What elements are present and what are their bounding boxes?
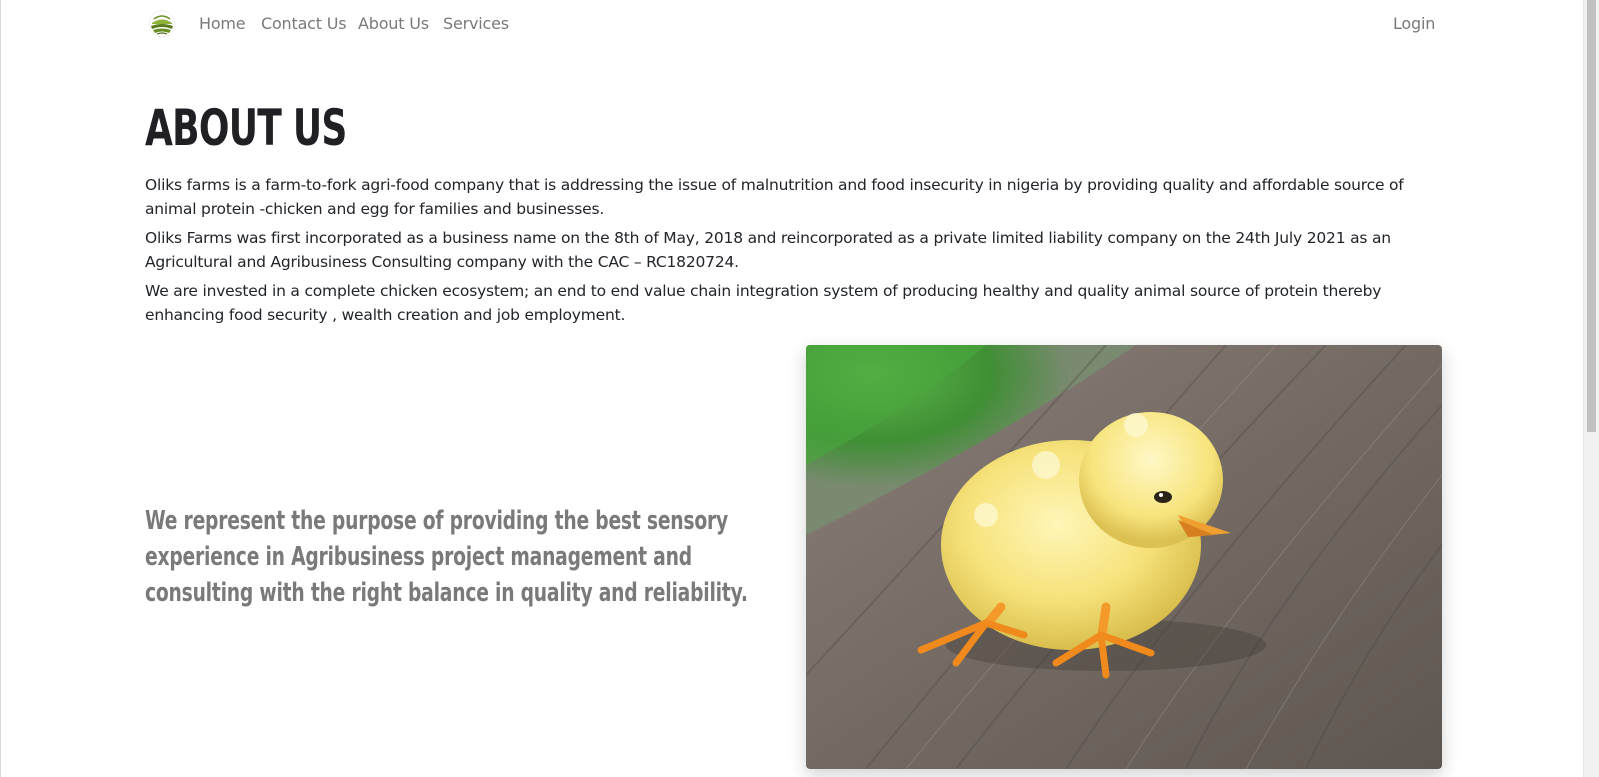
nav-home-link[interactable]: Home: [199, 14, 246, 33]
top-navbar: Home Contact Us About Us Services Login: [0, 0, 1584, 50]
farm-field-logo-icon[interactable]: [148, 10, 176, 38]
about-paragraph-2: Oliks Farms was first incorporated as a …: [145, 229, 1391, 271]
vertical-scrollbar[interactable]: [1583, 0, 1599, 777]
page-border: [0, 0, 1, 777]
nav-about-us-link[interactable]: About Us: [358, 14, 429, 33]
nav-contact-us-link[interactable]: Contact Us: [261, 14, 347, 33]
baby-chick-photo: [806, 345, 1442, 769]
login-link[interactable]: Login: [1393, 14, 1435, 33]
page-title: ABOUT US: [145, 99, 347, 157]
mission-tagline: We represent the purpose of providing th…: [145, 506, 748, 608]
about-paragraph-3: We are invested in a complete chicken ec…: [145, 282, 1382, 324]
scrollbar-thumb[interactable]: [1587, 0, 1596, 432]
about-paragraph-1: Oliks farms is a farm-to-fork agri-food …: [145, 176, 1404, 218]
nav-services-link[interactable]: Services: [443, 14, 509, 33]
